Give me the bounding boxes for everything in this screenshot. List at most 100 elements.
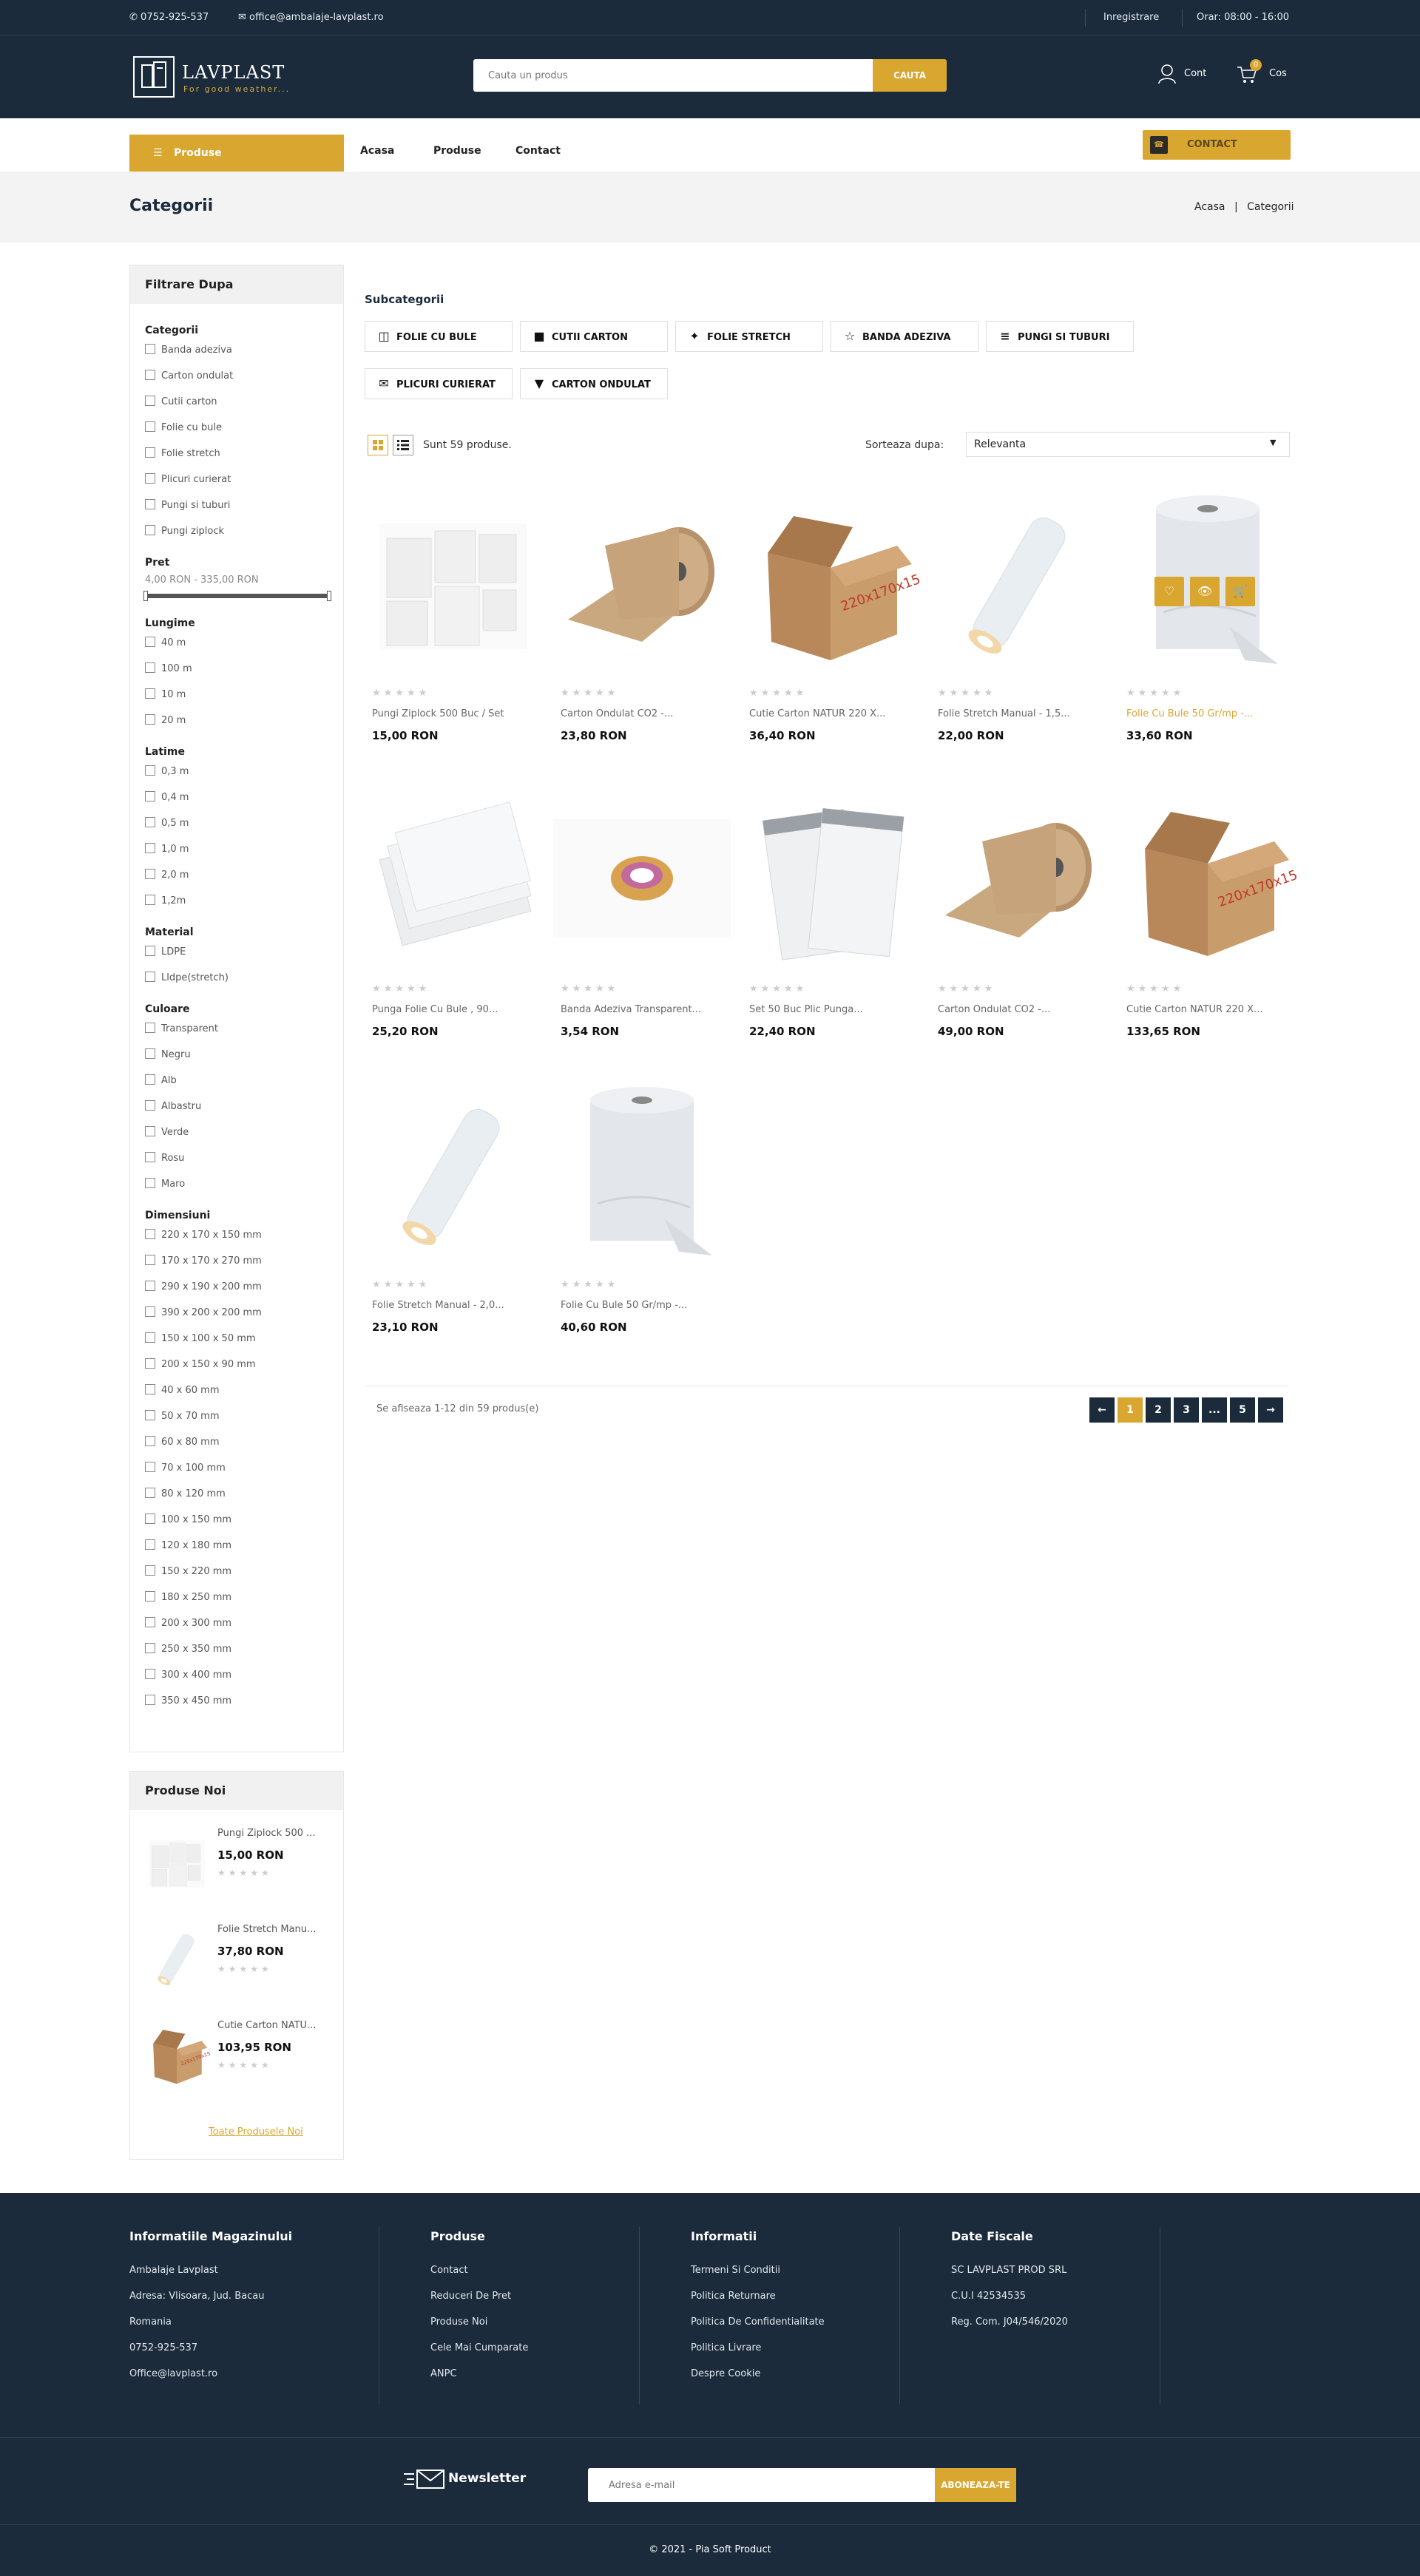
filter-option-0-3-m[interactable]: 0,3 m — [145, 765, 189, 780]
checkbox[interactable] — [145, 1436, 155, 1446]
product-name[interactable]: Cutie Carton NATUR 220 X... — [749, 708, 916, 719]
checkbox[interactable] — [145, 525, 155, 535]
checkbox[interactable] — [145, 1514, 155, 1524]
product-name[interactable]: Folie Cu Bule 50 Gr/mp -... — [561, 1300, 727, 1311]
breadcrumb-home[interactable]: Acasa — [1194, 201, 1225, 213]
new-product-image[interactable] — [143, 1829, 210, 1896]
filter-option-lldpe-stretch[interactable]: Lldpe(stretch) — [145, 972, 229, 986]
product-card[interactable]: ★★★★★ Folie Cu Bule 50 Gr/mp -... 40,60 RO… — [553, 1085, 731, 1366]
logo-name[interactable]: LAVPLAST — [182, 62, 285, 83]
filter-option-50-x-70-mm[interactable]: 50 x 70 mm — [145, 1410, 220, 1425]
logo-icon[interactable] — [133, 56, 175, 98]
filter-option-10-m[interactable]: 10 m — [145, 688, 186, 703]
product-name[interactable]: Folie Stretch Manual - 2,0... — [372, 1300, 538, 1311]
checkbox[interactable] — [145, 396, 155, 406]
product-card[interactable]: ★★★★★ Set 50 Buc Plic Punga... 22,40 RON — [742, 790, 919, 1071]
filter-option-transparent[interactable]: Transparent — [145, 1023, 218, 1037]
filter-option-20-m[interactable]: 20 m — [145, 714, 186, 729]
eye-action-button[interactable]: 👁 — [1190, 577, 1220, 606]
sort-select[interactable]: Relevanta ▼ — [966, 432, 1290, 457]
checkbox[interactable] — [145, 1023, 155, 1033]
filter-option-1-0-m[interactable]: 1,0 m — [145, 843, 189, 858]
new-product-item[interactable]: 220x170x150 Cutie Carton NATU... 103,95 RO… — [130, 2014, 343, 2103]
checkbox[interactable] — [145, 869, 155, 879]
product-image[interactable] — [742, 790, 919, 967]
checkbox[interactable] — [145, 1281, 155, 1291]
filter-option-2-0-m[interactable]: 2,0 m — [145, 869, 189, 884]
footer-link-politica-de-confidentialitate[interactable]: Politica De Confidentialitate — [691, 2316, 825, 2328]
checkbox[interactable] — [145, 473, 155, 484]
checkbox[interactable] — [145, 1048, 155, 1059]
checkbox[interactable] — [145, 1539, 155, 1550]
filter-option-ldpe[interactable]: LDPE — [145, 946, 186, 960]
footer-link-contact[interactable]: Contact — [430, 2265, 468, 2276]
product-name[interactable]: Folie Cu Bule 50 Gr/mp -... — [1126, 708, 1293, 719]
subcategory-carton-ondulat[interactable]: ▼ CARTON ONDULAT — [520, 368, 668, 399]
checkbox[interactable] — [145, 688, 155, 699]
footer-link-produse-noi[interactable]: Produse Noi — [430, 2316, 487, 2328]
grid-view-button[interactable] — [368, 435, 388, 455]
heart-action-button[interactable]: ♡ — [1154, 577, 1184, 606]
filter-option-negru[interactable]: Negru — [145, 1048, 191, 1063]
cart-action-button[interactable]: 🛒 — [1225, 577, 1255, 606]
new-product-item[interactable]: Pungi Ziplock 500 ... 15,00 RON ★★★★★ — [130, 1822, 343, 1911]
filter-option-carton-ondulat[interactable]: Carton ondulat — [145, 370, 233, 384]
account-link[interactable]: Cont — [1157, 64, 1239, 86]
checkbox[interactable] — [145, 1488, 155, 1498]
checkbox[interactable] — [145, 1643, 155, 1653]
newsletter-email-input[interactable] — [588, 2468, 936, 2502]
checkbox[interactable] — [145, 370, 155, 380]
filter-option-100-x-150-mm[interactable]: 100 x 150 mm — [145, 1514, 231, 1528]
filter-option-150-x-100-x-50-mm[interactable]: 150 x 100 x 50 mm — [145, 1332, 256, 1347]
new-product-name[interactable]: Cutie Carton NATU... — [217, 2020, 336, 2031]
checkbox[interactable] — [145, 1229, 155, 1239]
product-image[interactable] — [365, 790, 542, 967]
filter-option-40-x-60-mm[interactable]: 40 x 60 mm — [145, 1384, 220, 1399]
product-image[interactable] — [553, 494, 731, 671]
product-name[interactable]: Carton Ondulat CO2 -... — [561, 708, 727, 719]
product-card[interactable]: ★★★★★ Pungi Ziplock 500 Buc / Set 15,00 RO… — [365, 494, 542, 775]
checkbox[interactable] — [145, 1669, 155, 1679]
product-image[interactable]: 220x170x150 — [742, 494, 930, 671]
product-name[interactable]: Cutie Carton NATUR 220 X... — [1126, 1004, 1293, 1015]
checkbox[interactable] — [145, 1358, 155, 1369]
checkbox[interactable] — [145, 1178, 155, 1188]
checkbox[interactable] — [145, 1074, 155, 1085]
filter-option-300-x-400-mm[interactable]: 300 x 400 mm — [145, 1669, 231, 1684]
checkbox[interactable] — [145, 421, 155, 432]
filter-option-banda-adeziva[interactable]: Banda adeziva — [145, 344, 232, 359]
checkbox[interactable] — [145, 344, 155, 354]
filter-option-290-x-190-x-200-mm[interactable]: 290 x 190 x 200 mm — [145, 1281, 262, 1295]
checkbox[interactable] — [145, 972, 155, 982]
filter-option-pungi-si-tuburi[interactable]: Pungi si tuburi — [145, 499, 230, 514]
product-image[interactable] — [553, 1085, 731, 1263]
filter-option-170-x-170-x-270-mm[interactable]: 170 x 170 x 270 mm — [145, 1255, 262, 1270]
email-contact[interactable]: ✉ office@ambalaje-lavplast.ro — [238, 12, 384, 23]
price-slider-handle-max[interactable] — [327, 591, 331, 601]
footer-link-anpc[interactable]: ANPC — [430, 2368, 457, 2379]
filter-option-1-2m[interactable]: 1,2m — [145, 895, 186, 909]
product-card[interactable]: 220x170x150 ★★★★★ Cutie Carton NATUR 220 X… — [1119, 790, 1308, 1071]
checkbox[interactable] — [145, 1410, 155, 1420]
filter-option-180-x-250-mm[interactable]: 180 x 250 mm — [145, 1591, 231, 1606]
checkbox[interactable] — [145, 637, 155, 647]
filter-option-verde[interactable]: Verde — [145, 1126, 189, 1141]
product-name[interactable]: Banda Adeziva Transparent... — [561, 1004, 727, 1015]
subcategory-folie-cu-bule[interactable]: ◫ FOLIE CU BULE — [365, 321, 513, 352]
pagination-next[interactable]: → — [1258, 1397, 1283, 1423]
all-new-products-link[interactable]: Toate Produsele Noi — [209, 2126, 303, 2138]
new-product-item[interactable]: Folie Stretch Manu... 37,80 RON ★★★★★ — [130, 1918, 343, 2007]
filter-option-cutii-carton[interactable]: Cutii carton — [145, 396, 217, 410]
checkbox[interactable] — [145, 662, 155, 673]
product-card[interactable]: ★★★★★ Carton Ondulat CO2 -... 23,80 RON — [553, 494, 731, 775]
product-name[interactable]: Carton Ondulat CO2 -... — [938, 1004, 1104, 1015]
footer-link-reduceri-de-pret[interactable]: Reduceri De Pret — [430, 2291, 511, 2302]
filter-option-70-x-100-mm[interactable]: 70 x 100 mm — [145, 1462, 226, 1477]
product-image[interactable] — [365, 494, 542, 671]
filter-option-150-x-220-mm[interactable]: 150 x 220 mm — [145, 1565, 231, 1580]
product-card[interactable]: ★★★★★ Folie Stretch Manual - 2,0... 23,10 … — [365, 1085, 542, 1366]
checkbox[interactable] — [145, 1462, 155, 1472]
filter-option-250-x-350-mm[interactable]: 250 x 350 mm — [145, 1643, 231, 1658]
search-button[interactable]: CAUTA — [873, 59, 947, 92]
nav-link-products[interactable]: Produse — [433, 145, 481, 157]
